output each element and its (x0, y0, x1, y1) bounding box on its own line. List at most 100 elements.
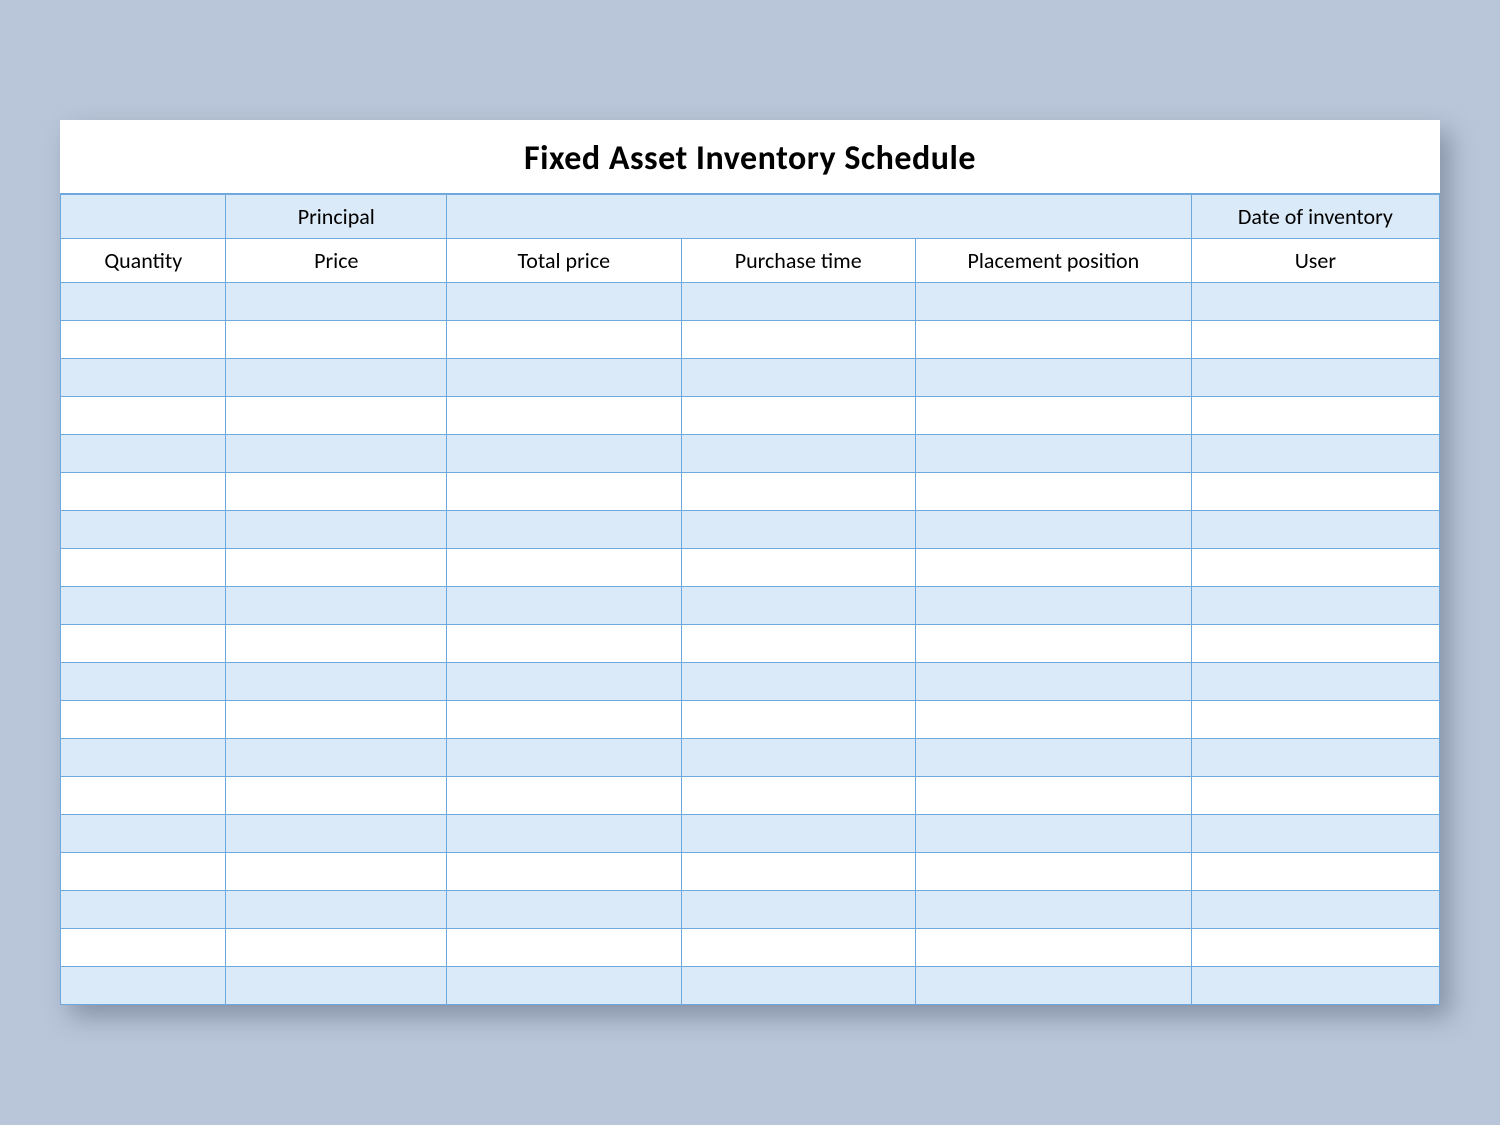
table-cell[interactable] (1191, 283, 1439, 321)
table-cell[interactable] (681, 663, 915, 701)
table-cell[interactable] (915, 663, 1191, 701)
table-cell[interactable] (226, 321, 447, 359)
table-cell[interactable] (226, 587, 447, 625)
table-cell[interactable] (915, 397, 1191, 435)
table-cell[interactable] (915, 739, 1191, 777)
table-cell[interactable] (681, 701, 915, 739)
table-cell[interactable] (1191, 929, 1439, 967)
header-cell-merged-blank[interactable] (447, 195, 1192, 239)
table-cell[interactable] (61, 815, 226, 853)
table-cell[interactable] (447, 283, 681, 321)
table-cell[interactable] (61, 397, 226, 435)
table-cell[interactable] (447, 777, 681, 815)
table-cell[interactable] (1191, 815, 1439, 853)
table-cell[interactable] (226, 473, 447, 511)
table-cell[interactable] (61, 587, 226, 625)
table-cell[interactable] (1191, 701, 1439, 739)
table-cell[interactable] (226, 701, 447, 739)
table-cell[interactable] (1191, 777, 1439, 815)
table-cell[interactable] (61, 929, 226, 967)
table-cell[interactable] (226, 625, 447, 663)
table-cell[interactable] (681, 359, 915, 397)
table-cell[interactable] (681, 777, 915, 815)
table-cell[interactable] (447, 321, 681, 359)
table-cell[interactable] (1191, 511, 1439, 549)
table-cell[interactable] (226, 549, 447, 587)
table-cell[interactable] (447, 663, 681, 701)
header-cell-principal[interactable]: Principal (226, 195, 447, 239)
table-cell[interactable] (61, 549, 226, 587)
table-cell[interactable] (226, 511, 447, 549)
table-cell[interactable] (681, 625, 915, 663)
table-cell[interactable] (61, 359, 226, 397)
table-cell[interactable] (61, 701, 226, 739)
table-cell[interactable] (681, 549, 915, 587)
table-cell[interactable] (681, 815, 915, 853)
table-cell[interactable] (681, 511, 915, 549)
table-cell[interactable] (1191, 625, 1439, 663)
table-cell[interactable] (1191, 359, 1439, 397)
table-cell[interactable] (1191, 739, 1439, 777)
table-cell[interactable] (61, 321, 226, 359)
table-cell[interactable] (1191, 549, 1439, 587)
header-cell-blank[interactable] (61, 195, 226, 239)
table-cell[interactable] (681, 435, 915, 473)
table-cell[interactable] (915, 283, 1191, 321)
table-cell[interactable] (226, 777, 447, 815)
table-cell[interactable] (447, 435, 681, 473)
column-header-user[interactable]: User (1191, 239, 1439, 283)
table-cell[interactable] (1191, 663, 1439, 701)
table-cell[interactable] (681, 891, 915, 929)
column-header-purchase-time[interactable]: Purchase time (681, 239, 915, 283)
table-cell[interactable] (61, 511, 226, 549)
table-cell[interactable] (681, 929, 915, 967)
table-cell[interactable] (1191, 853, 1439, 891)
table-cell[interactable] (1191, 473, 1439, 511)
table-cell[interactable] (915, 777, 1191, 815)
table-cell[interactable] (1191, 397, 1439, 435)
table-cell[interactable] (915, 511, 1191, 549)
table-cell[interactable] (447, 967, 681, 1005)
table-cell[interactable] (1191, 321, 1439, 359)
table-cell[interactable] (447, 473, 681, 511)
table-cell[interactable] (681, 587, 915, 625)
table-cell[interactable] (1191, 891, 1439, 929)
table-cell[interactable] (61, 739, 226, 777)
table-cell[interactable] (226, 815, 447, 853)
table-cell[interactable] (447, 739, 681, 777)
table-cell[interactable] (61, 853, 226, 891)
table-cell[interactable] (915, 321, 1191, 359)
table-cell[interactable] (61, 625, 226, 663)
table-cell[interactable] (915, 929, 1191, 967)
table-cell[interactable] (681, 397, 915, 435)
table-cell[interactable] (447, 511, 681, 549)
table-cell[interactable] (447, 625, 681, 663)
table-cell[interactable] (915, 587, 1191, 625)
table-cell[interactable] (226, 967, 447, 1005)
table-cell[interactable] (681, 473, 915, 511)
table-cell[interactable] (1191, 587, 1439, 625)
table-cell[interactable] (915, 967, 1191, 1005)
column-header-quantity[interactable]: Quantity (61, 239, 226, 283)
table-cell[interactable] (226, 435, 447, 473)
table-cell[interactable] (915, 891, 1191, 929)
table-cell[interactable] (447, 397, 681, 435)
table-cell[interactable] (681, 321, 915, 359)
table-cell[interactable] (681, 739, 915, 777)
table-cell[interactable] (1191, 967, 1439, 1005)
table-cell[interactable] (915, 435, 1191, 473)
table-cell[interactable] (447, 701, 681, 739)
table-cell[interactable] (681, 853, 915, 891)
table-cell[interactable] (447, 891, 681, 929)
table-cell[interactable] (447, 359, 681, 397)
table-cell[interactable] (226, 891, 447, 929)
header-cell-date-of-inventory[interactable]: Date of inventory (1191, 195, 1439, 239)
table-cell[interactable] (61, 435, 226, 473)
table-cell[interactable] (447, 853, 681, 891)
table-cell[interactable] (226, 283, 447, 321)
table-cell[interactable] (915, 359, 1191, 397)
table-cell[interactable] (61, 663, 226, 701)
table-cell[interactable] (226, 397, 447, 435)
table-cell[interactable] (1191, 435, 1439, 473)
table-cell[interactable] (447, 929, 681, 967)
